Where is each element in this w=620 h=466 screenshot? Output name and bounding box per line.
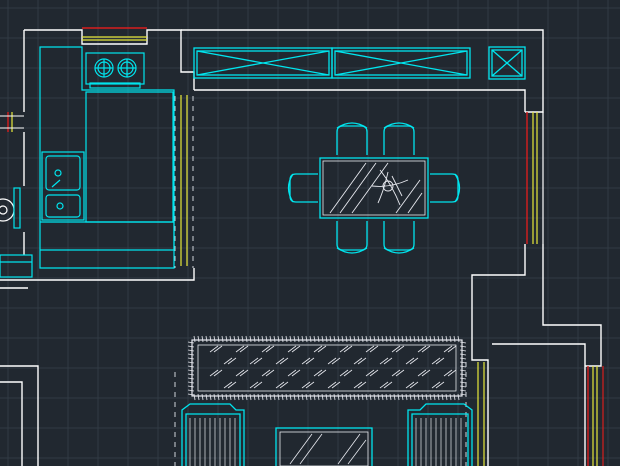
cad-drawing-canvas[interactable] [0,0,620,466]
